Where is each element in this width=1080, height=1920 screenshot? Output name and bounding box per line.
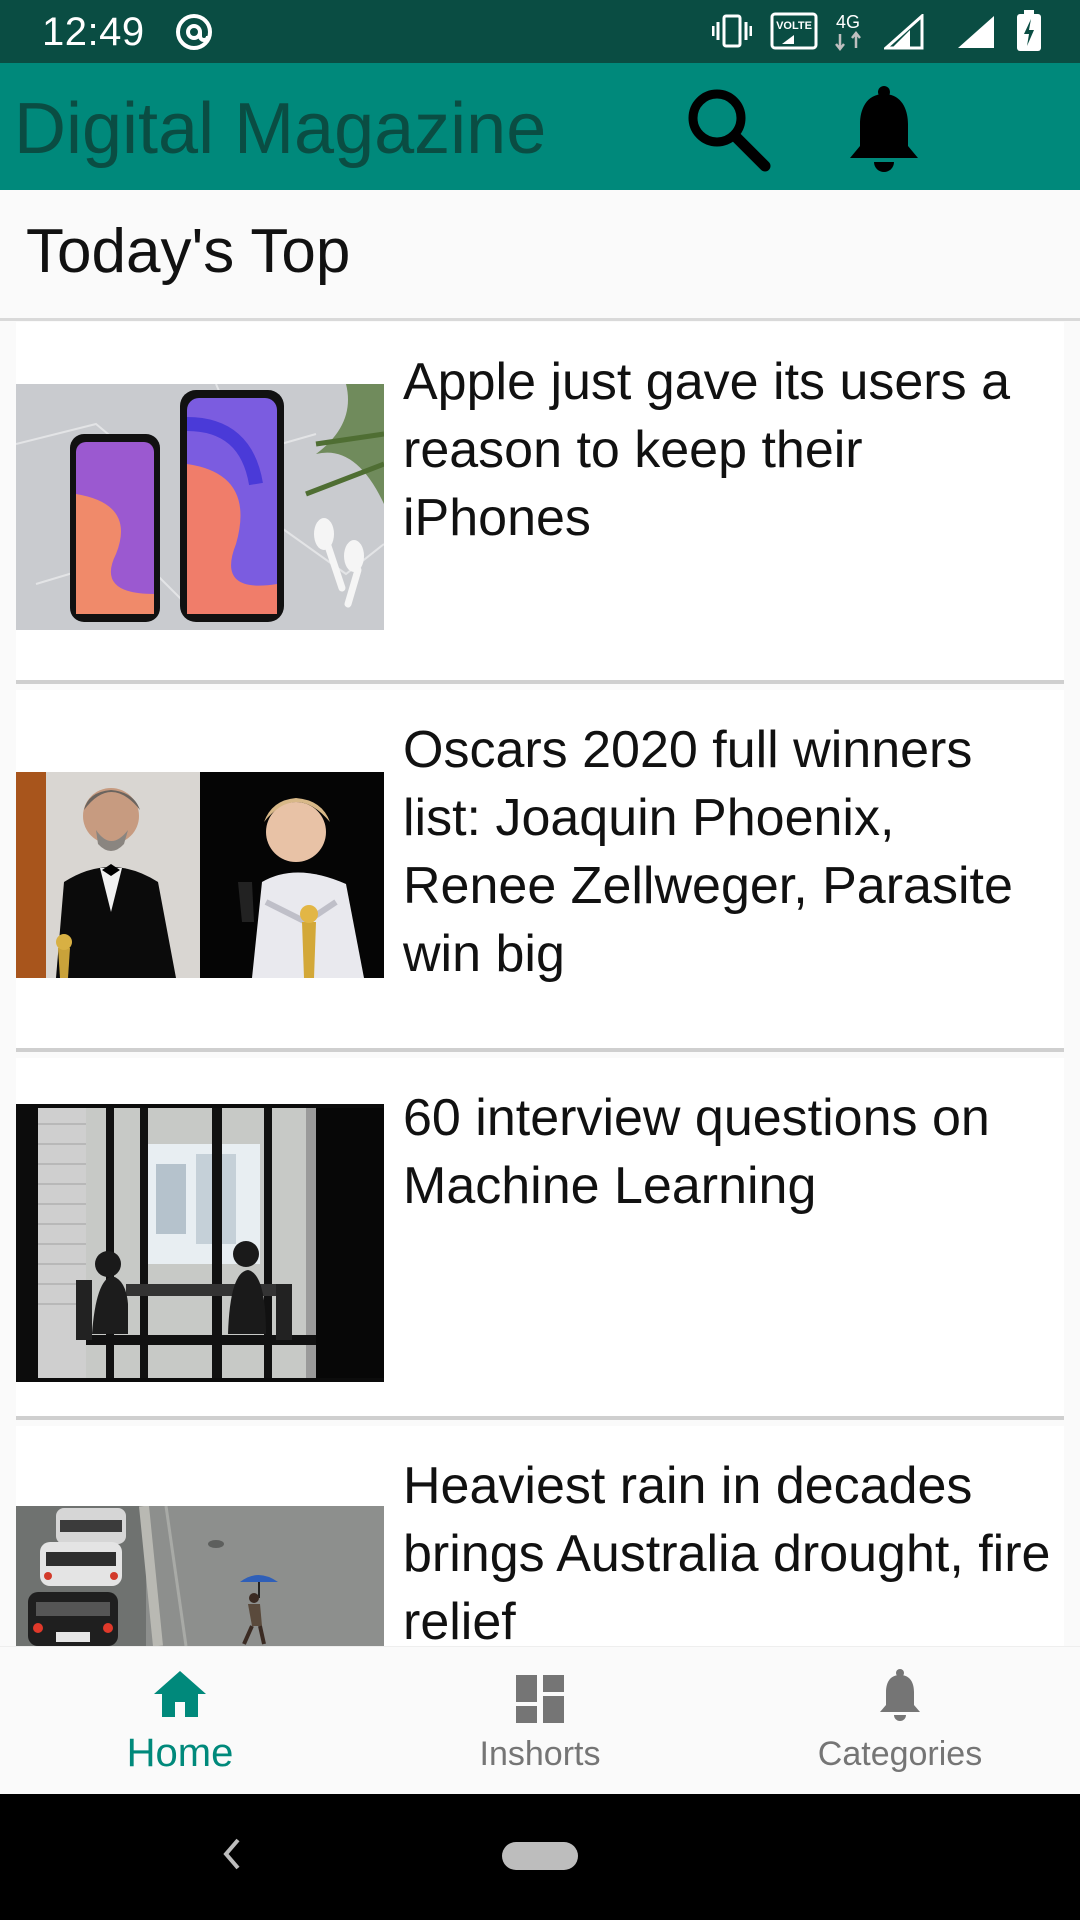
vibrate-icon (712, 14, 752, 48)
bell-icon (880, 1669, 920, 1721)
home-pill[interactable] (502, 1842, 578, 1870)
network-label: 4G (836, 12, 860, 32)
news-card[interactable]: Oscars 2020 full winners list: Joaquin P… (16, 690, 1064, 1052)
bottom-navigation: Home Inshorts Categories (0, 1646, 1080, 1794)
4g-icon: 4G (835, 12, 861, 52)
section-title: Today's Top (26, 217, 351, 286)
volte-icon: VOLTE (770, 12, 818, 50)
section-divider (0, 318, 1080, 321)
volte-label: VOLTE (776, 20, 812, 32)
at-sign-icon (174, 12, 214, 52)
article-title: 60 interview questions on Machine Learni… (403, 1089, 990, 1215)
battery-charging-icon (1017, 10, 1041, 51)
nav-item-inshorts[interactable]: Inshorts (360, 1647, 720, 1795)
app-bar: Digital Magazine (0, 63, 1080, 190)
back-icon[interactable] (220, 1836, 244, 1872)
article-title: Oscars 2020 full winners list: Joaquin P… (403, 721, 1013, 983)
dashboard-icon (516, 1675, 564, 1723)
home-icon (154, 1671, 206, 1717)
notifications-button[interactable] (836, 81, 932, 177)
app-title: Digital Magazine (14, 89, 547, 169)
search-icon (688, 89, 771, 172)
bell-icon (850, 86, 918, 172)
status-time: 12:49 (42, 10, 145, 54)
nav-label-home: Home (126, 1731, 234, 1775)
article-title: Heaviest rain in decades brings Australi… (403, 1457, 1051, 1646)
news-card[interactable]: Heaviest rain in decades brings Australi… (16, 1426, 1064, 1646)
article-title: Apple just gave its users a reason to ke… (403, 353, 1010, 547)
search-button[interactable] (680, 81, 776, 177)
signal-icon (958, 16, 994, 48)
article-image (16, 1104, 384, 1382)
nav-label-categories: Categories (817, 1735, 983, 1773)
article-image (16, 1506, 384, 1646)
status-bar: 12:49 VOLTE 4G (0, 0, 1080, 63)
signal-icon (884, 14, 924, 50)
news-card[interactable]: 60 interview questions on Machine Learni… (16, 1058, 1064, 1420)
news-card[interactable]: Apple just gave its users a reason to ke… (16, 322, 1064, 684)
news-list[interactable]: Apple just gave its users a reason to ke… (0, 322, 1080, 1646)
status-icons: VOLTE 4G (680, 0, 1080, 63)
article-image (16, 772, 384, 978)
article-image (16, 384, 384, 630)
nav-label-inshorts: Inshorts (479, 1735, 601, 1773)
nav-item-home[interactable]: Home (0, 1647, 360, 1795)
nav-item-categories[interactable]: Categories (720, 1647, 1080, 1795)
system-navigation-bar (0, 1794, 1080, 1920)
